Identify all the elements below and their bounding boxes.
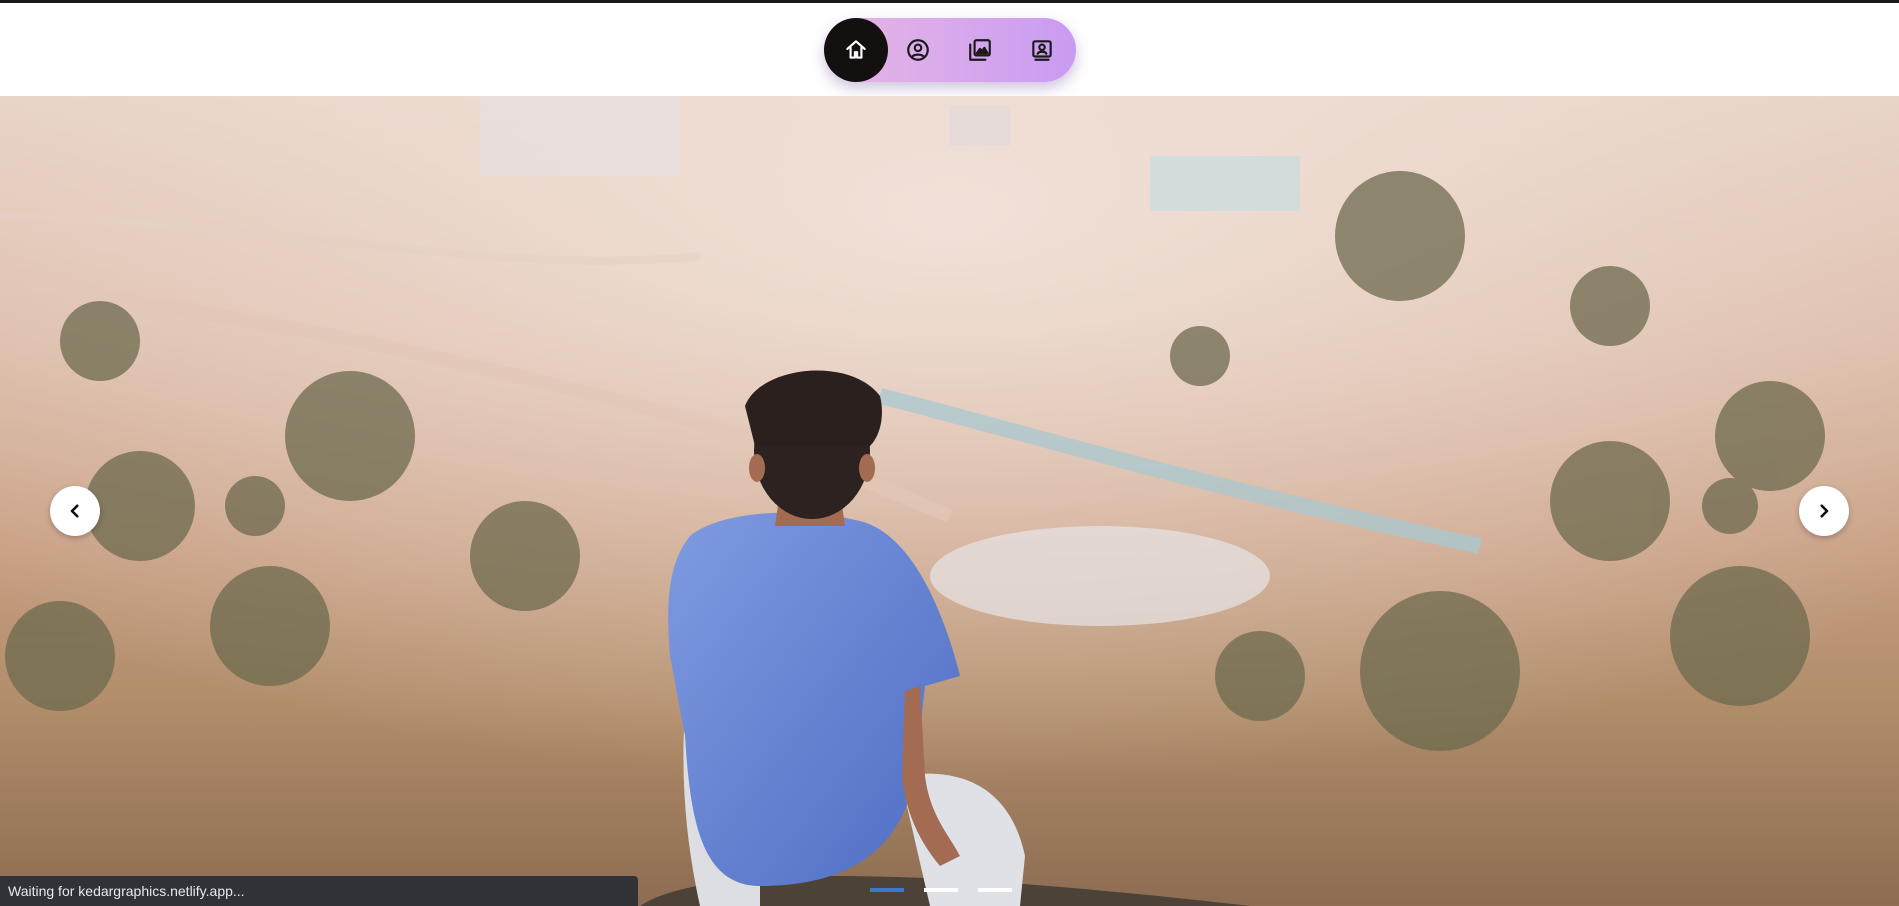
carousel-next-button[interactable] <box>1799 486 1849 536</box>
carousel-indicator[interactable] <box>870 888 904 892</box>
carousel-indicator[interactable] <box>978 888 1012 892</box>
home-icon <box>846 40 866 59</box>
site-header <box>0 3 1899 96</box>
browser-status-bar: Waiting for kedargraphics.netlify.app... <box>0 876 638 906</box>
carousel-indicator[interactable] <box>924 888 958 892</box>
chevron-left-icon <box>70 504 79 518</box>
contact-card-icon <box>1032 40 1052 61</box>
hero-carousel <box>0 96 1899 906</box>
nav-about-button[interactable] <box>886 18 950 82</box>
nav-contact-button[interactable] <box>1010 18 1074 82</box>
carousel-prev-button[interactable] <box>50 486 100 536</box>
main-nav <box>824 18 1076 82</box>
hero-image <box>0 96 1899 906</box>
user-circle-icon <box>907 39 929 61</box>
gallery-icon <box>969 39 991 61</box>
chevron-right-icon <box>1820 504 1829 518</box>
carousel-indicators <box>870 888 1012 894</box>
nav-gallery-button[interactable] <box>948 18 1012 82</box>
nav-home-button[interactable] <box>824 18 888 82</box>
